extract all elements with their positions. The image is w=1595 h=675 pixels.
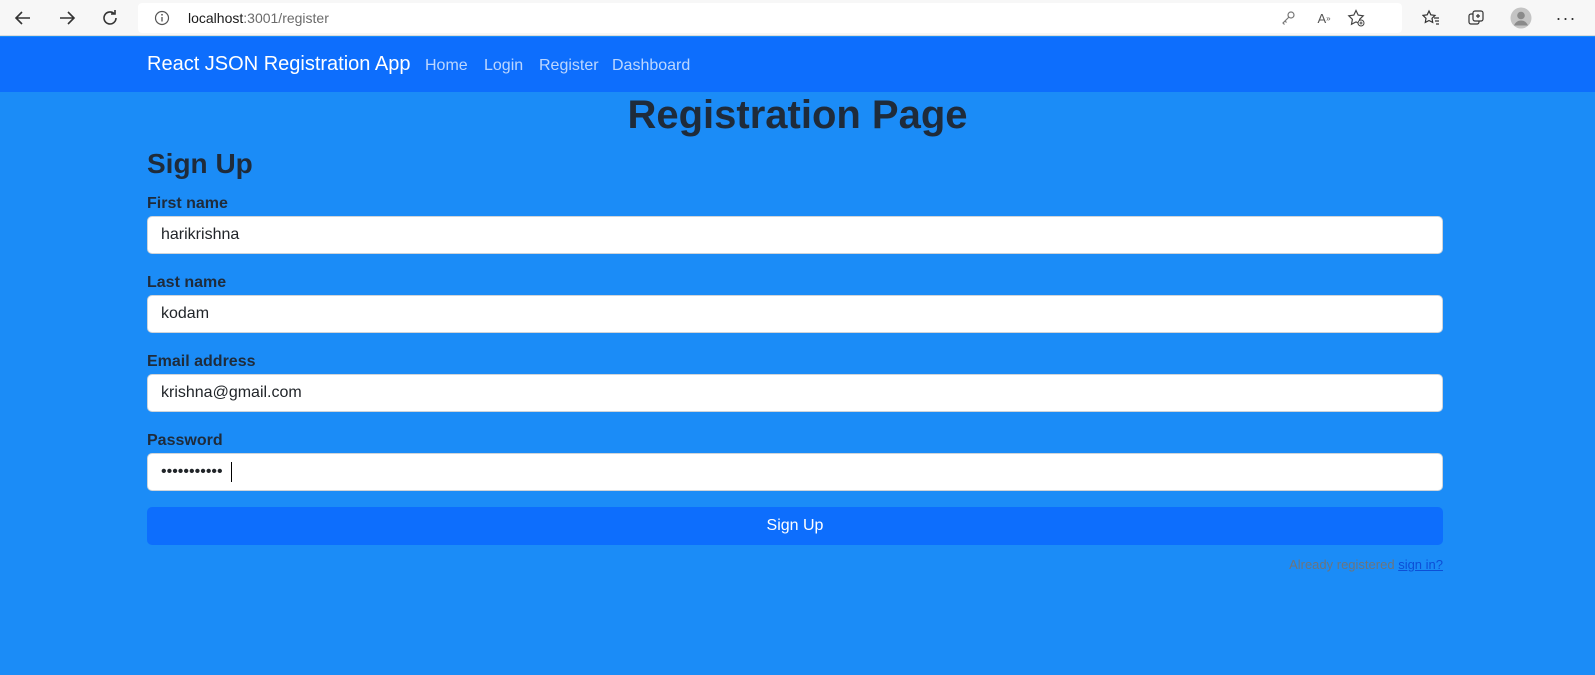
- nav-link-login[interactable]: Login: [484, 57, 523, 75]
- address-bar[interactable]: localhost:3001/register A»: [138, 3, 1402, 33]
- url-host: localhost: [188, 10, 244, 26]
- read-aloud-icon[interactable]: A»: [1314, 8, 1334, 28]
- app-navbar: React JSON Registration App Home Login R…: [0, 37, 1595, 92]
- password-label: Password: [147, 432, 223, 449]
- form-title: Sign Up: [147, 148, 253, 179]
- add-favorite-icon[interactable]: [1346, 8, 1366, 28]
- email-input[interactable]: [147, 374, 1443, 412]
- navbar-brand[interactable]: React JSON Registration App: [147, 53, 410, 76]
- browser-toolbar: localhost:3001/register A» ···: [0, 0, 1595, 36]
- sign-up-button[interactable]: Sign Up: [147, 507, 1443, 545]
- url-text[interactable]: localhost:3001/register: [188, 10, 329, 26]
- favorites-icon[interactable]: [1420, 7, 1442, 29]
- email-label: Email address: [147, 353, 256, 370]
- password-input[interactable]: [147, 453, 1443, 491]
- already-registered-text: Already registered: [1289, 557, 1395, 572]
- profile-avatar-icon[interactable]: [1510, 7, 1532, 29]
- key-icon[interactable]: [1278, 8, 1298, 28]
- refresh-icon[interactable]: [99, 7, 121, 29]
- nav-link-register[interactable]: Register: [539, 57, 599, 75]
- text-caret: [231, 462, 232, 482]
- last-name-input[interactable]: [147, 295, 1443, 333]
- first-name-input[interactable]: [147, 216, 1443, 254]
- site-info-icon[interactable]: [152, 8, 172, 28]
- nav-link-home[interactable]: Home: [425, 57, 468, 75]
- last-name-label: Last name: [147, 274, 227, 291]
- first-name-label: First name: [147, 195, 228, 212]
- sign-in-link[interactable]: sign in?: [1398, 557, 1443, 572]
- nav-link-dashboard[interactable]: Dashboard: [612, 57, 690, 75]
- collections-icon[interactable]: [1465, 7, 1487, 29]
- forward-arrow-icon[interactable]: [56, 7, 78, 29]
- back-arrow-icon[interactable]: [12, 7, 34, 29]
- page-title: Registration Page: [627, 93, 968, 137]
- forgot-password-text: Already registered sign in?: [1289, 557, 1443, 572]
- url-path: :3001/register: [243, 10, 329, 26]
- more-options-icon[interactable]: ···: [1555, 7, 1577, 29]
